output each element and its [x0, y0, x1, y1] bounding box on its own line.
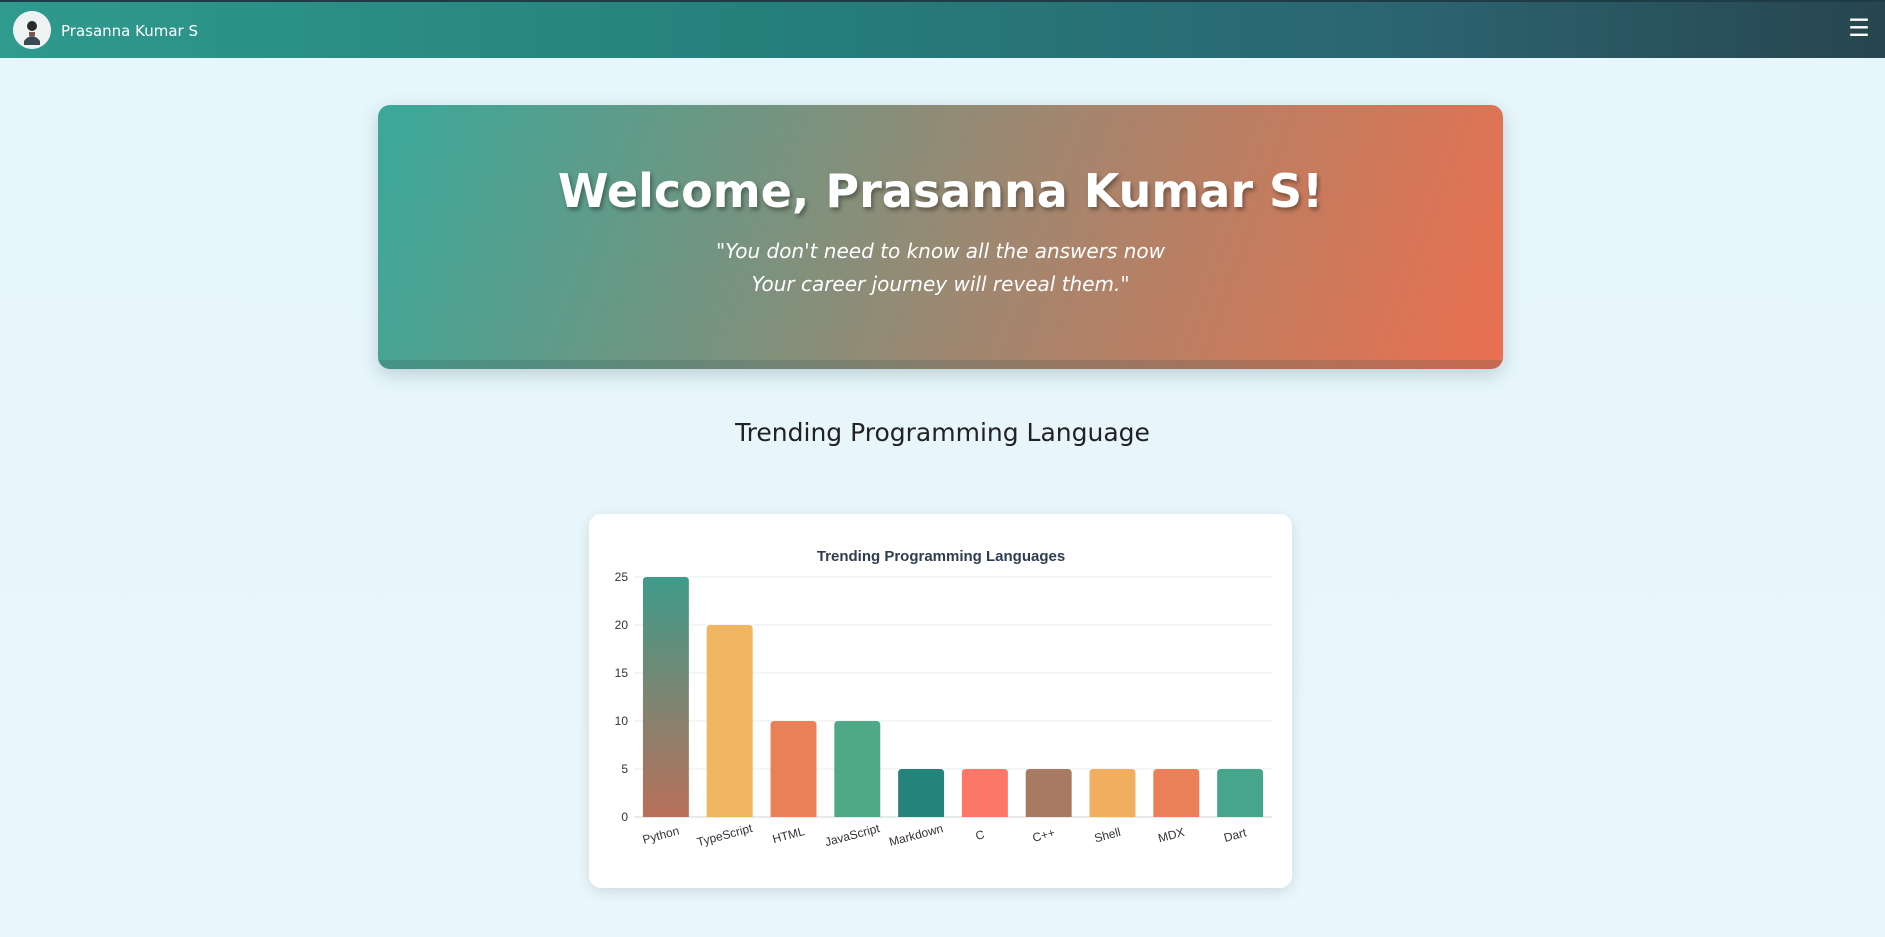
quote-line-2: Your career journey will reveal them." [751, 272, 1130, 296]
y-tick-label: 5 [621, 762, 628, 776]
bar-mdx[interactable] [1153, 769, 1200, 817]
x-tick-label: Shell [1093, 825, 1122, 845]
hamburger-menu-icon[interactable]: ☰ [1848, 16, 1870, 40]
y-tick-label: 10 [615, 714, 629, 728]
bar-chart: Trending Programming Languages 0 5 10 15 20 2… [615, 548, 1272, 849]
welcome-hero-banner: Welcome, Prasanna Kumar S! "You don't ne… [378, 105, 1503, 369]
y-tick-label: 0 [621, 810, 628, 824]
bar-shell[interactable] [1089, 769, 1136, 817]
bar-dart[interactable] [1217, 769, 1264, 817]
x-tick-label: C++ [1031, 825, 1057, 844]
bar-javascript[interactable] [834, 721, 881, 817]
top-navbar: Prasanna Kumar S ☰ [0, 0, 1885, 58]
x-tick-label: Markdown [888, 821, 945, 849]
bar-markdown[interactable] [898, 769, 945, 817]
bar-html[interactable] [770, 721, 817, 817]
x-tick-label: MDX [1157, 825, 1186, 845]
x-tick-label: JavaScript [823, 821, 881, 849]
x-tick-label: Python [641, 824, 681, 847]
y-tick-label: 15 [615, 666, 629, 680]
y-tick-label: 25 [615, 570, 629, 584]
x-tick-label: Dart [1222, 825, 1248, 845]
bar-python[interactable] [642, 577, 689, 817]
bar-c[interactable] [961, 769, 1008, 817]
welcome-quote: "You don't need to know all the answers … [378, 235, 1503, 301]
chart-y-axis: 0 5 10 15 20 25 [615, 570, 629, 824]
chart-x-axis: Python TypeScript HTML JavaScript Markdown C C… [641, 821, 1248, 849]
bar-typescript[interactable] [706, 625, 753, 817]
welcome-title: Welcome, Prasanna Kumar S! [557, 164, 1324, 218]
chart-bars [642, 577, 1264, 817]
navbar-user-name[interactable]: Prasanna Kumar S [61, 22, 198, 40]
x-tick-label: C [974, 827, 986, 843]
chart-card: Trending Programming Languages 0 5 10 15 20 2… [589, 514, 1292, 888]
x-tick-label: TypeScript [695, 821, 754, 849]
quote-line-1: "You don't need to know all the answers … [716, 239, 1165, 263]
bar-cpp[interactable] [1025, 769, 1072, 817]
y-tick-label: 20 [615, 618, 629, 632]
section-title: Trending Programming Language [735, 418, 1150, 447]
chart-title: Trending Programming Languages [817, 548, 1065, 565]
user-avatar-icon[interactable] [13, 11, 51, 49]
x-tick-label: HTML [771, 824, 806, 846]
